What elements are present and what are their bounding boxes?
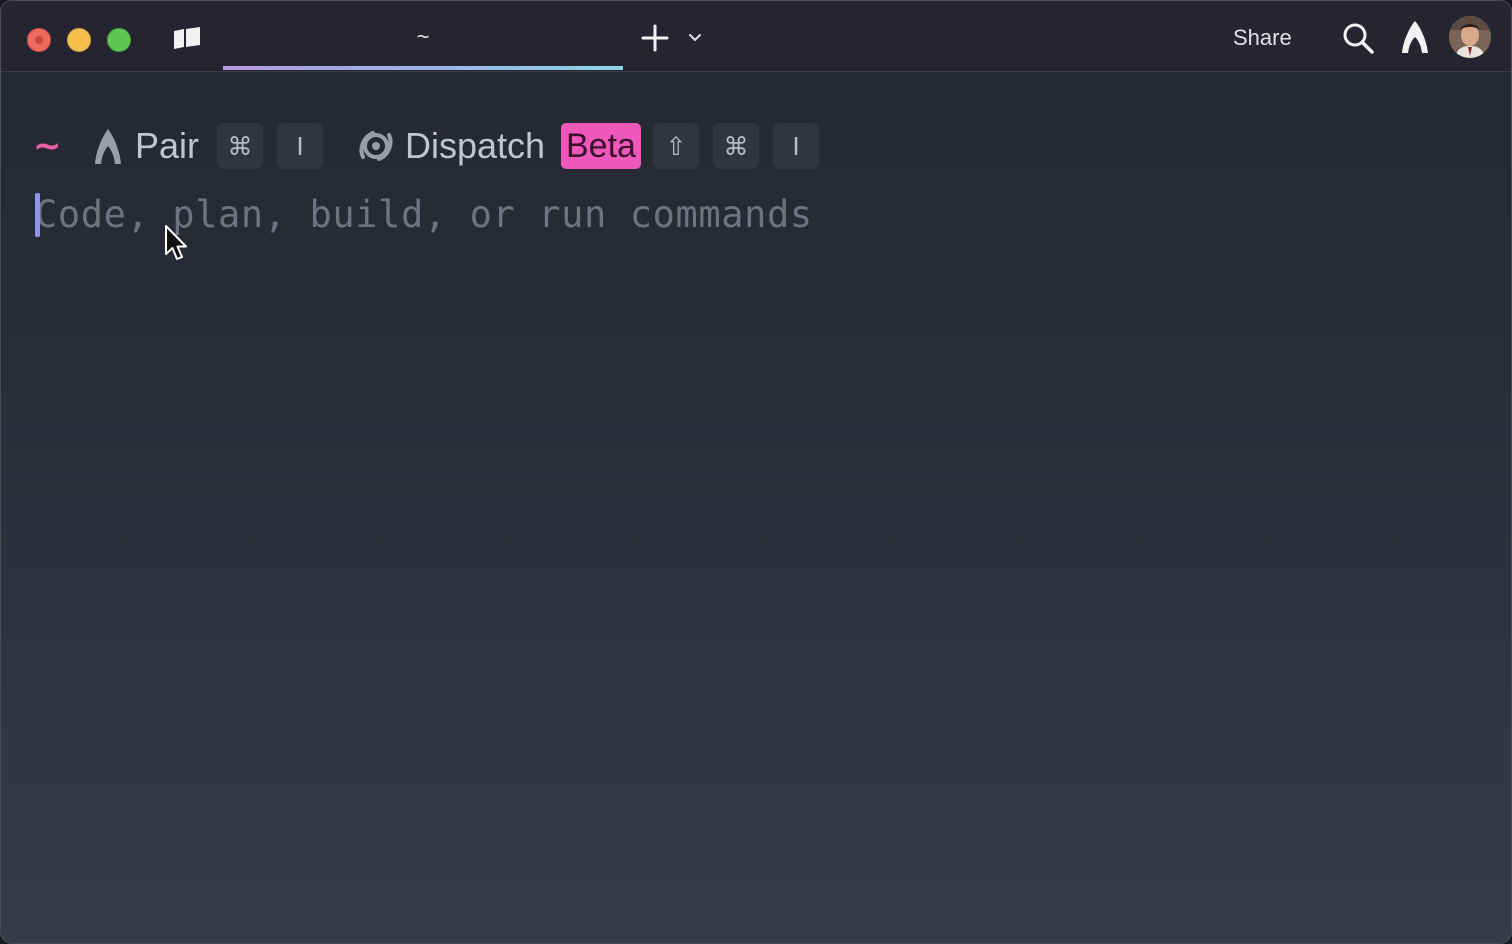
warp-agent-icon[interactable] — [1399, 20, 1431, 54]
user-avatar[interactable] — [1449, 16, 1491, 58]
panel-toggle-icon[interactable] — [171, 25, 203, 51]
pair-agent-icon[interactable] — [91, 127, 125, 165]
dispatch-icon[interactable] — [357, 127, 395, 165]
search-icon[interactable] — [1341, 21, 1375, 55]
dispatch-shortcut-i-key: I — [773, 123, 819, 169]
working-directory: ~ — [33, 126, 62, 166]
mouse-pointer-icon — [165, 225, 187, 260]
tab-title: ~ — [416, 23, 430, 49]
dispatch-mode-label[interactable]: Dispatch — [405, 124, 545, 168]
command-input[interactable]: Code, plan, build, or run commands — [35, 191, 1475, 237]
avatar-image — [1449, 16, 1491, 58]
maximize-window-button[interactable] — [107, 28, 131, 52]
close-window-button[interactable] — [27, 28, 51, 52]
minimize-window-button[interactable] — [67, 28, 91, 52]
share-button[interactable]: Share — [1223, 23, 1302, 53]
chevron-down-icon[interactable] — [687, 30, 703, 46]
pair-shortcut-i-key: I — [277, 123, 323, 169]
title-bar: ~ Share — [1, 1, 1511, 72]
input-placeholder: Code, plan, build, or run commands — [35, 193, 813, 236]
active-tab-indicator — [223, 66, 623, 70]
pair-shortcut-cmd-key: ⌘ — [217, 123, 263, 169]
pair-mode-label[interactable]: Pair — [135, 124, 199, 168]
terminal-window: ~ Share ~ Pair ⌘ I Dispatch Beta ⇧ ⌘ I C… — [0, 0, 1512, 944]
tab-home[interactable]: ~ — [223, 1, 623, 72]
dispatch-shortcut-cmd-key: ⌘ — [713, 123, 759, 169]
plus-icon[interactable] — [641, 24, 669, 52]
beta-badge: Beta — [561, 123, 641, 169]
dispatch-shortcut-shift-key: ⇧ — [653, 123, 699, 169]
agent-mode-row: ~ Pair ⌘ I Dispatch Beta ⇧ ⌘ I — [1, 119, 1511, 173]
text-caret — [35, 193, 40, 237]
